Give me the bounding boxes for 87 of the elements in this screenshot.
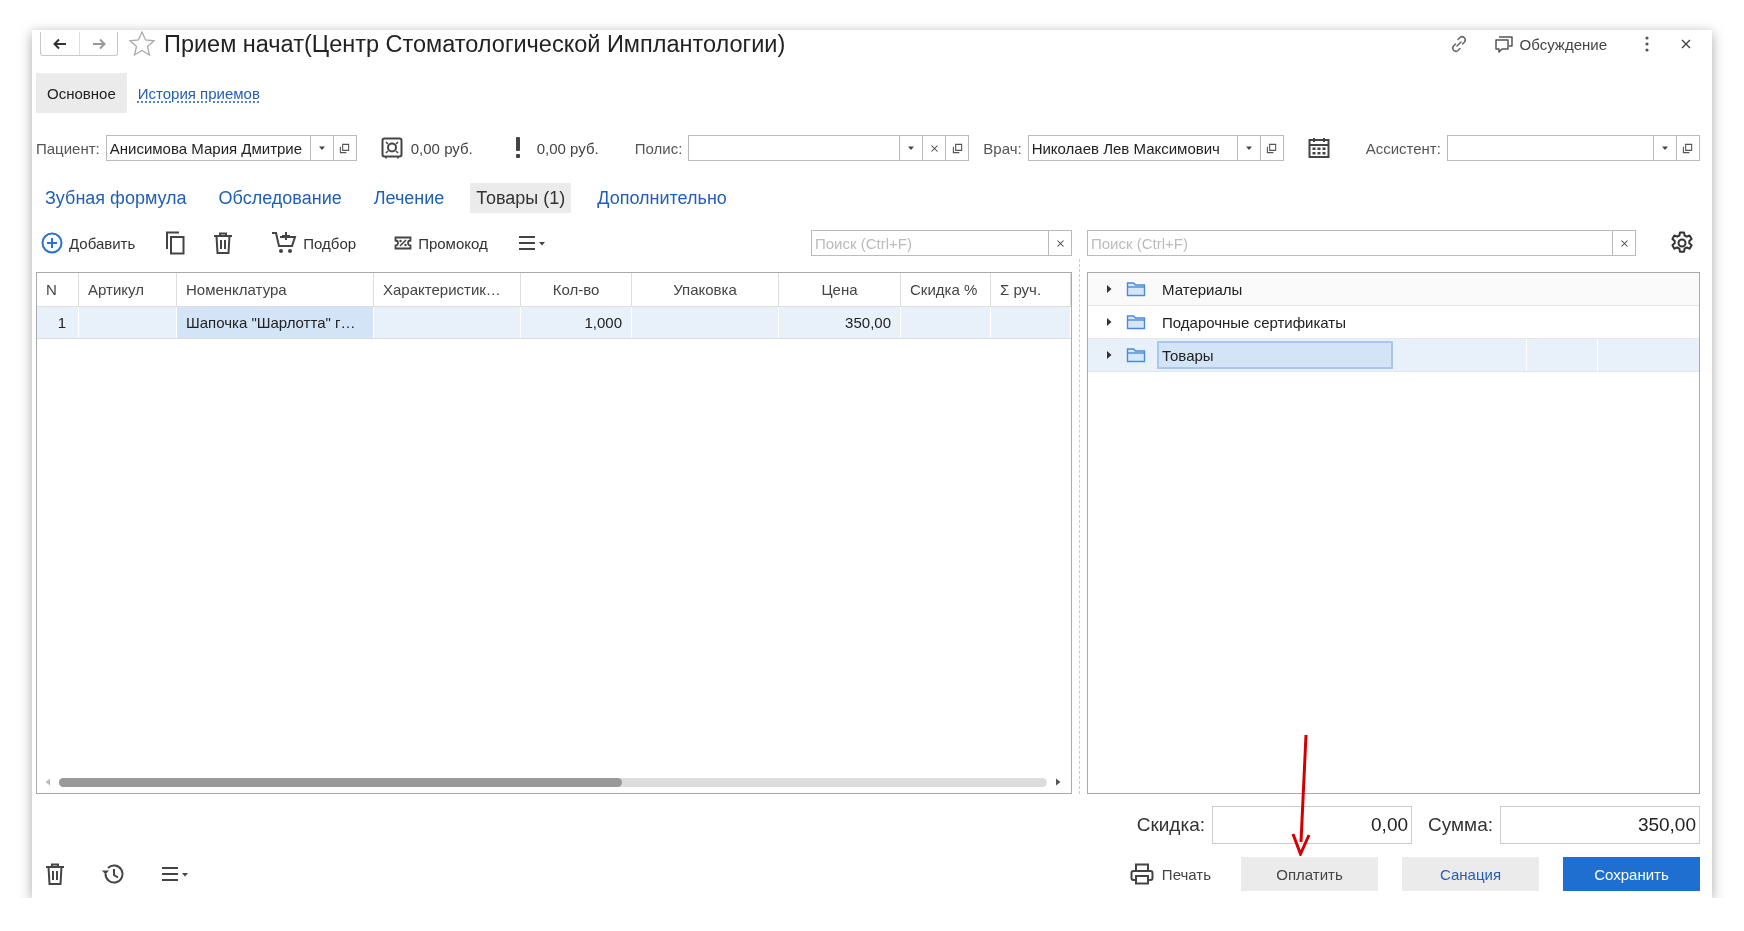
expand-triangle-icon[interactable]	[1105, 317, 1113, 327]
promo-code-button[interactable]: Промокод	[391, 232, 491, 254]
field-label: Ассистент:	[1365, 139, 1441, 157]
total-label: Скидка:	[1136, 814, 1205, 836]
total-field: 0,00	[1212, 806, 1412, 844]
sanation-button[interactable]: Санация	[1402, 857, 1539, 891]
table-cell: 1	[37, 307, 79, 338]
calendar-icon[interactable]	[1307, 137, 1330, 159]
menu-icon	[161, 866, 189, 882]
doctor-field[interactable]: Николаев Лев Максимович	[1027, 135, 1238, 161]
policy-field[interactable]	[688, 135, 901, 161]
print-button[interactable]: Печать	[1123, 857, 1217, 891]
column-header[interactable]: Σ руч.	[991, 273, 1071, 306]
folder-icon	[1126, 314, 1146, 330]
open-button[interactable]	[945, 135, 970, 161]
tree-item[interactable]: Товары	[1157, 341, 1393, 369]
open-window-icon	[951, 142, 963, 154]
more-icon[interactable]	[1644, 35, 1650, 53]
copy-icon	[165, 231, 186, 255]
ticket-icon	[394, 235, 413, 251]
open-window-icon	[1266, 142, 1278, 154]
caret-icon	[317, 144, 326, 152]
column-header[interactable]: Артикул	[79, 273, 177, 306]
table-cell: 1,000	[521, 307, 632, 338]
add-button[interactable]: Добавить	[38, 230, 139, 256]
table-cell: 350,00	[779, 307, 901, 338]
column-header[interactable]: Скидка %	[901, 273, 991, 306]
close-icon	[1619, 238, 1629, 248]
close-icon	[1055, 238, 1065, 248]
caret-icon	[907, 144, 916, 152]
open-button[interactable]	[1259, 135, 1284, 161]
column-header[interactable]: Характеристик…	[374, 273, 521, 306]
expand-triangle-icon[interactable]	[1105, 350, 1113, 360]
folder-icon	[1126, 281, 1146, 297]
tree-item[interactable]: Подарочные сертификаты	[1157, 308, 1393, 336]
open-button[interactable]	[1675, 135, 1700, 161]
assistant-field[interactable]	[1446, 135, 1654, 161]
open-button[interactable]	[332, 135, 357, 161]
section-tab[interactable]: Товары (1)	[470, 183, 572, 213]
cart-icon	[271, 231, 298, 255]
plus-circle-icon	[41, 232, 63, 254]
page-tab[interactable]: История приемов	[126, 73, 271, 113]
open-window-icon	[339, 142, 351, 154]
scroll-right-icon[interactable]	[1055, 778, 1061, 786]
pay-button[interactable]: Оплатить	[1241, 857, 1378, 891]
field-label: Пациент:	[36, 139, 100, 157]
column-header[interactable]: Номенклатура	[177, 273, 374, 306]
discussion-button[interactable]: Обсуждение	[1490, 32, 1610, 56]
trash-icon	[45, 863, 65, 885]
column-header[interactable]: N	[37, 273, 79, 306]
save-button[interactable]: Сохранить	[1563, 857, 1700, 891]
settings-icon[interactable]	[1670, 231, 1694, 255]
exclamation-icon	[514, 137, 521, 159]
history-icon	[101, 863, 125, 885]
trash-icon	[213, 232, 234, 254]
menu-icon	[517, 235, 546, 251]
total-label: Сумма:	[1428, 814, 1493, 836]
section-tab[interactable]: Обследование	[212, 183, 348, 213]
printer-icon	[1129, 863, 1154, 885]
star-icon[interactable]	[128, 30, 156, 58]
column-header[interactable]: Кол-во	[521, 273, 632, 306]
column-header[interactable]: Упаковка	[632, 273, 779, 306]
horizontal-scrollbar[interactable]	[59, 777, 1047, 787]
field-label: Врач:	[983, 139, 1022, 157]
column-header[interactable]: Цена	[779, 273, 901, 306]
pick-button[interactable]: Подбор	[268, 229, 360, 257]
section-tab[interactable]: Дополнительно	[591, 183, 733, 213]
debt-amount: 0,00 руб.	[536, 139, 599, 157]
section-tab[interactable]: Лечение	[367, 183, 451, 213]
safe-icon	[380, 137, 403, 159]
table-cell: Шапочка "Шарлотта" г…	[177, 307, 374, 338]
caret-icon	[1244, 144, 1253, 152]
page-tab[interactable]: Основное	[36, 73, 127, 113]
table-row[interactable]: 1 Шапочка "Шарлотта" г… 1,000 350,00	[37, 307, 1071, 339]
expand-triangle-icon[interactable]	[1105, 284, 1113, 294]
window-title: Прием начат(Центр Стоматологической Имплантологии)	[164, 30, 786, 58]
field-label: Полис:	[634, 139, 683, 157]
section-tab[interactable]: Зубная формула	[39, 183, 193, 213]
chat-icon	[1493, 34, 1514, 54]
open-window-icon	[1682, 142, 1694, 154]
patient-field[interactable]: Анисимова Мария Дмитрие	[105, 135, 311, 161]
folder-icon	[1126, 347, 1146, 363]
close-icon[interactable]	[1680, 38, 1692, 50]
balance-amount: 0,00 руб.	[410, 139, 473, 157]
caret-icon	[1660, 144, 1669, 152]
close-icon	[929, 143, 939, 153]
total-field: 350,00	[1500, 806, 1700, 844]
